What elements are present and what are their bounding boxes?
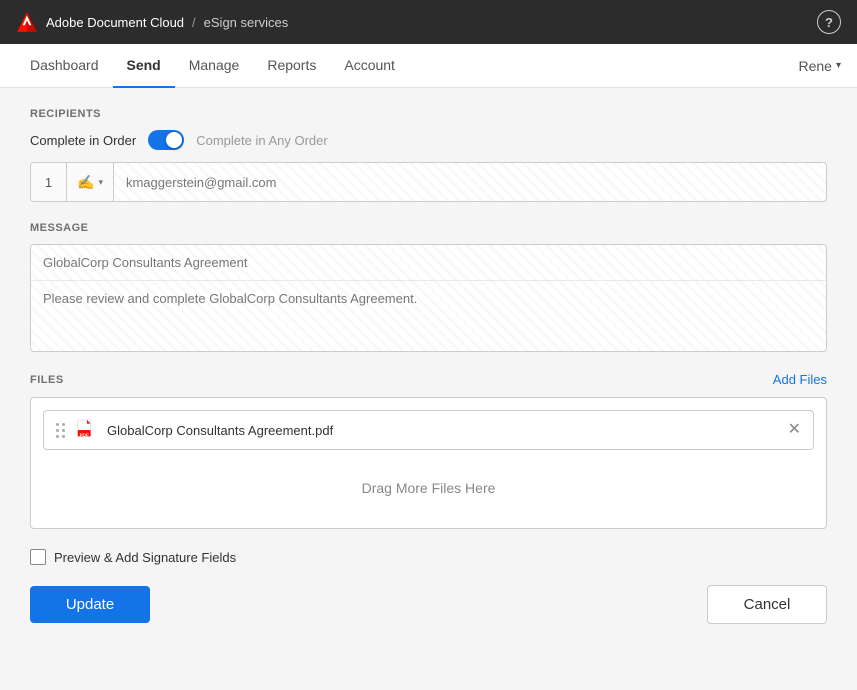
drag-dot (56, 429, 59, 432)
file-name: GlobalCorp Consultants Agreement.pdf (107, 423, 333, 438)
recipient-number: 1 (31, 163, 67, 201)
drag-dot-row (56, 435, 65, 438)
drag-dot-row (56, 429, 65, 432)
drag-dot (62, 435, 65, 438)
user-menu[interactable]: Rene ▾ (799, 58, 842, 74)
button-row: Update Cancel (30, 585, 827, 624)
brand-separator: / (192, 15, 196, 30)
brand-name: Adobe Document Cloud (46, 15, 184, 30)
signer-icon: ✍ (77, 174, 94, 191)
svg-text:PDF: PDF (80, 432, 89, 437)
pdf-file-icon: PDF (75, 419, 97, 441)
main-content: RECIPIENTS Complete in Order Complete in… (0, 88, 857, 690)
recipient-row: 1 ✍ ▾ kmaggerstein@gmail.com (30, 162, 827, 202)
complete-in-order-label: Complete in Order (30, 133, 136, 148)
recipients-controls: Complete in Order Complete in Any Order (30, 130, 827, 150)
drag-dot (62, 429, 65, 432)
user-name: Rene (799, 58, 832, 74)
nav-bar: Dashboard Send Manage Reports Account Re… (0, 44, 857, 88)
drop-zone[interactable]: Drag More Files Here (43, 460, 814, 516)
toggle-knob (166, 132, 182, 148)
chevron-down-icon: ▾ (836, 60, 841, 71)
top-bar: Adobe Document Cloud / eSign services ? (0, 0, 857, 44)
recipient-email: kmaggerstein@gmail.com (114, 175, 826, 190)
files-section: FILES Add Files (30, 372, 827, 529)
role-chevron-icon: ▾ (98, 177, 103, 188)
files-header: FILES Add Files (30, 372, 827, 387)
drag-dot (56, 435, 59, 438)
drag-dot-row (56, 423, 65, 426)
message-body[interactable]: Please review and complete GlobalCorp Co… (31, 281, 826, 351)
recipients-section: RECIPIENTS Complete in Order Complete in… (30, 108, 827, 202)
help-button[interactable]: ? (817, 10, 841, 34)
recipient-role-selector[interactable]: ✍ ▾ (67, 163, 114, 201)
file-item-left: PDF GlobalCorp Consultants Agreement.pdf (56, 419, 333, 441)
files-box: PDF GlobalCorp Consultants Agreement.pdf… (30, 397, 827, 529)
file-item: PDF GlobalCorp Consultants Agreement.pdf… (43, 410, 814, 450)
adobe-logo-icon (16, 11, 38, 33)
message-subject[interactable]: GlobalCorp Consultants Agreement (31, 245, 826, 281)
add-files-link[interactable]: Add Files (773, 372, 827, 387)
preview-label: Preview & Add Signature Fields (54, 550, 236, 565)
cancel-button[interactable]: Cancel (707, 585, 827, 624)
drag-handle[interactable] (56, 423, 65, 438)
files-label: FILES (30, 374, 64, 386)
drag-dot (62, 423, 65, 426)
complete-any-order-label: Complete in Any Order (196, 133, 328, 148)
recipients-label: RECIPIENTS (30, 108, 827, 120)
service-name: eSign services (204, 15, 289, 30)
order-toggle[interactable] (148, 130, 184, 150)
nav-item-reports[interactable]: Reports (253, 44, 330, 88)
nav-item-manage[interactable]: Manage (175, 44, 254, 88)
nav-items: Dashboard Send Manage Reports Account (16, 44, 409, 87)
file-close-button[interactable]: ✕ (788, 422, 801, 438)
drag-dot (56, 423, 59, 426)
message-label: MESSAGE (30, 222, 827, 234)
nav-item-dashboard[interactable]: Dashboard (16, 44, 113, 88)
message-section: MESSAGE GlobalCorp Consultants Agreement… (30, 222, 827, 352)
preview-row: Preview & Add Signature Fields (30, 549, 827, 565)
brand-area: Adobe Document Cloud / eSign services (16, 11, 288, 33)
nav-item-send[interactable]: Send (113, 44, 175, 88)
update-button[interactable]: Update (30, 586, 150, 623)
preview-checkbox[interactable] (30, 549, 46, 565)
message-box: GlobalCorp Consultants Agreement Please … (30, 244, 827, 352)
nav-item-account[interactable]: Account (330, 44, 409, 88)
